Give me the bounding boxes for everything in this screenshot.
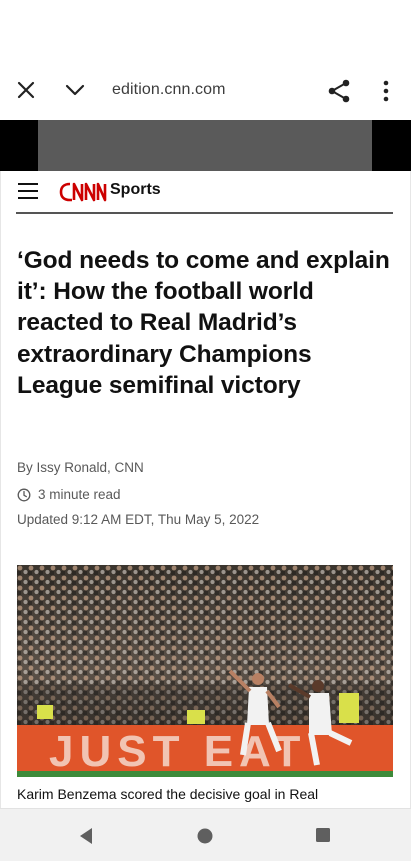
header-divider [16,212,393,214]
ad-content[interactable] [38,120,372,171]
back-triangle-icon[interactable] [78,827,94,845]
ad-board-text: JUST EAT [49,727,306,776]
cnn-logo[interactable] [58,179,108,205]
recents-square-icon[interactable] [315,827,331,843]
section-name[interactable]: Sports [110,181,161,199]
home-circle-icon[interactable] [196,827,214,845]
article-photo[interactable]: JUST EAT [17,565,393,777]
browser-toolbar: edition.cnn.com [0,62,411,120]
share-icon[interactable] [326,78,352,104]
stadium-crowd-image: JUST EAT [17,565,393,777]
clock-icon [17,488,31,501]
read-time: 3 minute read [17,487,121,502]
read-time-label: 3 minute read [38,487,121,502]
menu-icon[interactable] [18,183,40,201]
article-headline: ‘God needs to come and explain it’: How … [17,247,390,399]
byline: By Issy Ronald, CNN [17,460,144,475]
site-header: Sports [16,177,393,213]
updated-timestamp: Updated 9:12 AM EDT, Thu May 5, 2022 [17,512,260,527]
more-vert-icon[interactable] [374,78,398,104]
ad-banner[interactable] [0,120,411,171]
photo-caption: Karim Benzema scored the decisive goal i… [17,786,319,802]
system-nav-bar [0,808,411,861]
url-text[interactable]: edition.cnn.com [112,81,226,99]
chevron-down-icon[interactable] [62,78,88,102]
status-bar [0,0,411,62]
close-icon[interactable] [14,78,38,102]
